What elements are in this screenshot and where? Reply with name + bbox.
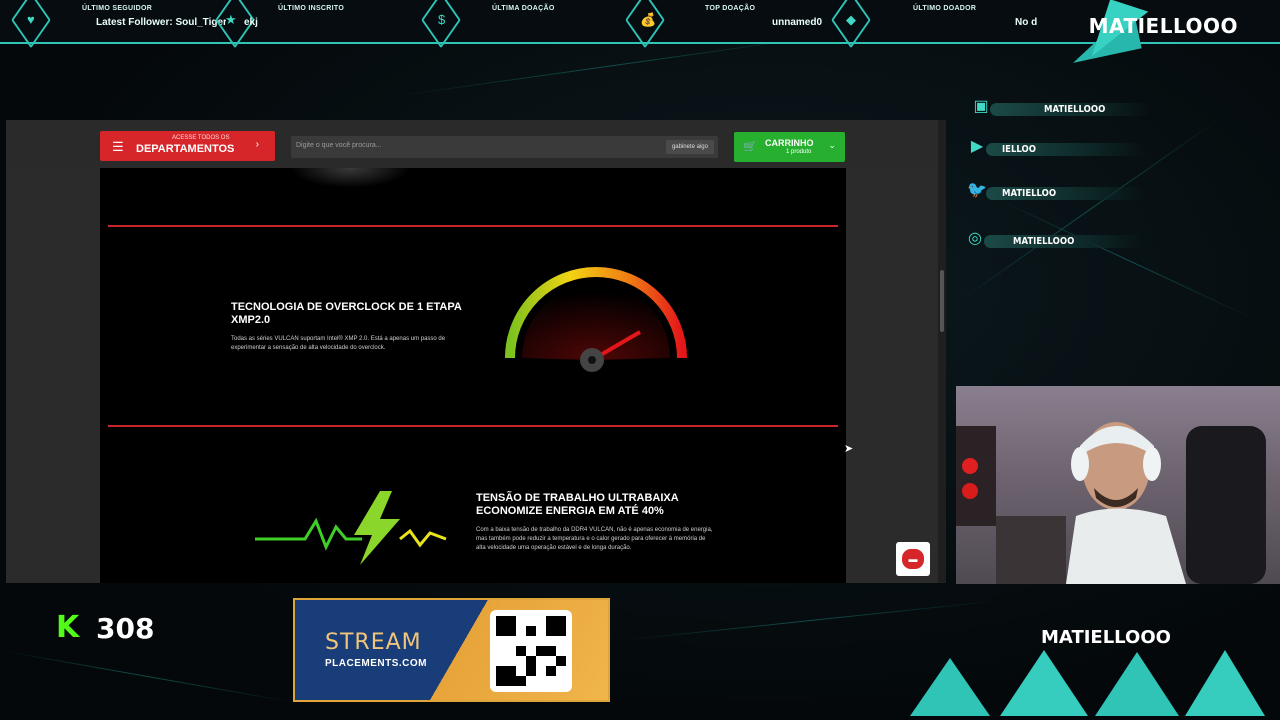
divider-line xyxy=(108,225,838,227)
alert-top-donation: 💰 TOP DOAÇÃO unnamed0 xyxy=(625,0,826,49)
twitter-icon: 🐦 xyxy=(967,182,987,199)
alert-last-donor: ◆ ÚLTIMO DOADOR No d xyxy=(831,0,1042,49)
star-icon: ★ xyxy=(225,12,237,27)
alert-title: ÚLTIMO SEGUIDOR xyxy=(82,5,153,12)
alert-value: ekj xyxy=(244,17,258,28)
decor-triangle xyxy=(1000,650,1088,716)
qr-code-icon xyxy=(490,610,572,692)
shadow-glow xyxy=(290,168,410,188)
departments-label: DEPARTAMENTOS xyxy=(136,143,235,155)
bg-streak xyxy=(619,600,998,641)
social-name: MATIELLOOO xyxy=(1013,236,1075,247)
feature-text-voltage: Com a baixa tensão de trabalho da DDR4 V… xyxy=(476,527,713,551)
decor-triangle xyxy=(1185,650,1265,716)
alert-last-subscriber: ★ ÚLTIMO INSCRITO ekj xyxy=(215,0,406,49)
qr-pattern xyxy=(496,616,566,686)
chevron-down-icon: ⌄ xyxy=(828,140,836,150)
social-instagram: ◎ MATIELLOOO xyxy=(958,226,1148,256)
hamburger-icon: ☰ xyxy=(112,139,124,154)
search-input[interactable]: Digite o que você procura... gabinete ai… xyxy=(291,136,718,158)
kick-logo-icon: K xyxy=(56,610,80,645)
social-twitter: 🐦 MATIELLOO xyxy=(960,178,1150,208)
channel-name-bottom: MATIELLOOO xyxy=(1041,627,1171,648)
channel-brand: MATIELLOOO xyxy=(1088,14,1238,38)
bg-streak xyxy=(999,200,1254,320)
heart-icon: ♥ xyxy=(27,12,35,27)
kick-count: 308 xyxy=(96,612,155,645)
dollar-icon: $ xyxy=(438,12,446,27)
twitch-icon: ▣ xyxy=(973,98,989,115)
alert-title: ÚLTIMA DOAÇÃO xyxy=(492,5,555,12)
alert-value: No d xyxy=(1015,17,1037,28)
feature-title-overclock: TECNOLOGIA DE OVERCLOCK DE 1 ETAPA XMP2.… xyxy=(231,301,462,326)
browser-capture: ☰ ACESSE TODOS OS DEPARTAMENTOS › Digite… xyxy=(6,120,946,583)
social-name: MATIELLOOO xyxy=(1044,104,1106,115)
sponsor-banner: STREAM PLACEMENTS.COM xyxy=(293,598,610,702)
alert-title: TOP DOAÇÃO xyxy=(705,5,756,12)
divider-line xyxy=(108,425,838,427)
chat-widget-button[interactable]: ▬ xyxy=(896,542,930,576)
sponsor-line2: PLACEMENTS.COM xyxy=(325,658,427,669)
youtube-icon: ▶ xyxy=(970,138,984,155)
voltage-bolt-graphic xyxy=(255,491,447,565)
cart-label: CARRINHO xyxy=(765,138,814,148)
webcam-feed xyxy=(956,386,1280,584)
departments-caption: ACESSE TODOS OS xyxy=(172,135,230,141)
webcam-scene xyxy=(956,422,1266,584)
alert-last-donation: $ ÚLTIMA DOAÇÃO xyxy=(421,0,612,49)
chat-icon: ▬ xyxy=(902,549,924,569)
speedometer-graphic xyxy=(505,267,687,372)
social-name: MATIELLOO xyxy=(1002,188,1057,199)
chevron-right-icon: › xyxy=(255,139,259,150)
alert-value: unnamed0 xyxy=(772,17,823,28)
alert-last-follower: ♥ ÚLTIMO SEGUIDOR Latest Follower: Soul_… xyxy=(10,0,226,49)
alert-title: ÚLTIMO DOADOR xyxy=(913,5,977,12)
store-header: ☰ ACESSE TODOS OS DEPARTAMENTOS › Digite… xyxy=(6,120,946,168)
social-twitch: ▣ MATIELLOOO xyxy=(964,94,1154,124)
alert-title: ÚLTIMO INSCRITO xyxy=(278,5,345,12)
search-placeholder: Digite o que você procura... xyxy=(296,142,382,149)
bg-streak xyxy=(0,650,296,704)
feature-title-voltage: TENSÃO DE TRABALHO ULTRABAIXA ECONOMIZE … xyxy=(476,492,679,517)
decor-triangle xyxy=(910,658,990,716)
alert-value: Latest Follower: Soul_Tiger xyxy=(96,17,226,28)
search-suggestion-chip[interactable]: gabinete aigo xyxy=(665,140,714,154)
sponsor-line1: STREAM xyxy=(325,630,422,655)
scrollbar-thumb[interactable] xyxy=(940,270,944,332)
cart-icon: 🛒 xyxy=(743,141,757,153)
bg-streak xyxy=(399,36,816,96)
social-name: IELLOO xyxy=(1002,144,1036,155)
departments-button[interactable]: ☰ ACESSE TODOS OS DEPARTAMENTOS › xyxy=(100,131,275,161)
scrollbar-track[interactable] xyxy=(938,120,946,583)
money-bag-icon: 💰 xyxy=(640,12,657,27)
mouse-cursor-icon: ➤ xyxy=(844,443,854,455)
decor-triangle xyxy=(1095,652,1179,716)
diamond-icon: ◆ xyxy=(846,12,856,27)
social-youtube: ▶ IELLOO xyxy=(960,134,1150,164)
feature-text-overclock: Todas as séries VULCAN suportam Intel® X… xyxy=(231,336,446,351)
stream-overlay: ♥ ÚLTIMO SEGUIDOR Latest Follower: Soul_… xyxy=(0,0,1280,720)
cart-count: 1 produto xyxy=(786,149,812,155)
product-description: TECNOLOGIA DE OVERCLOCK DE 1 ETAPA XMP2.… xyxy=(100,168,846,583)
cart-button[interactable]: 🛒 CARRINHO 1 produto ⌄ xyxy=(734,132,845,162)
instagram-icon: ◎ xyxy=(968,230,982,247)
